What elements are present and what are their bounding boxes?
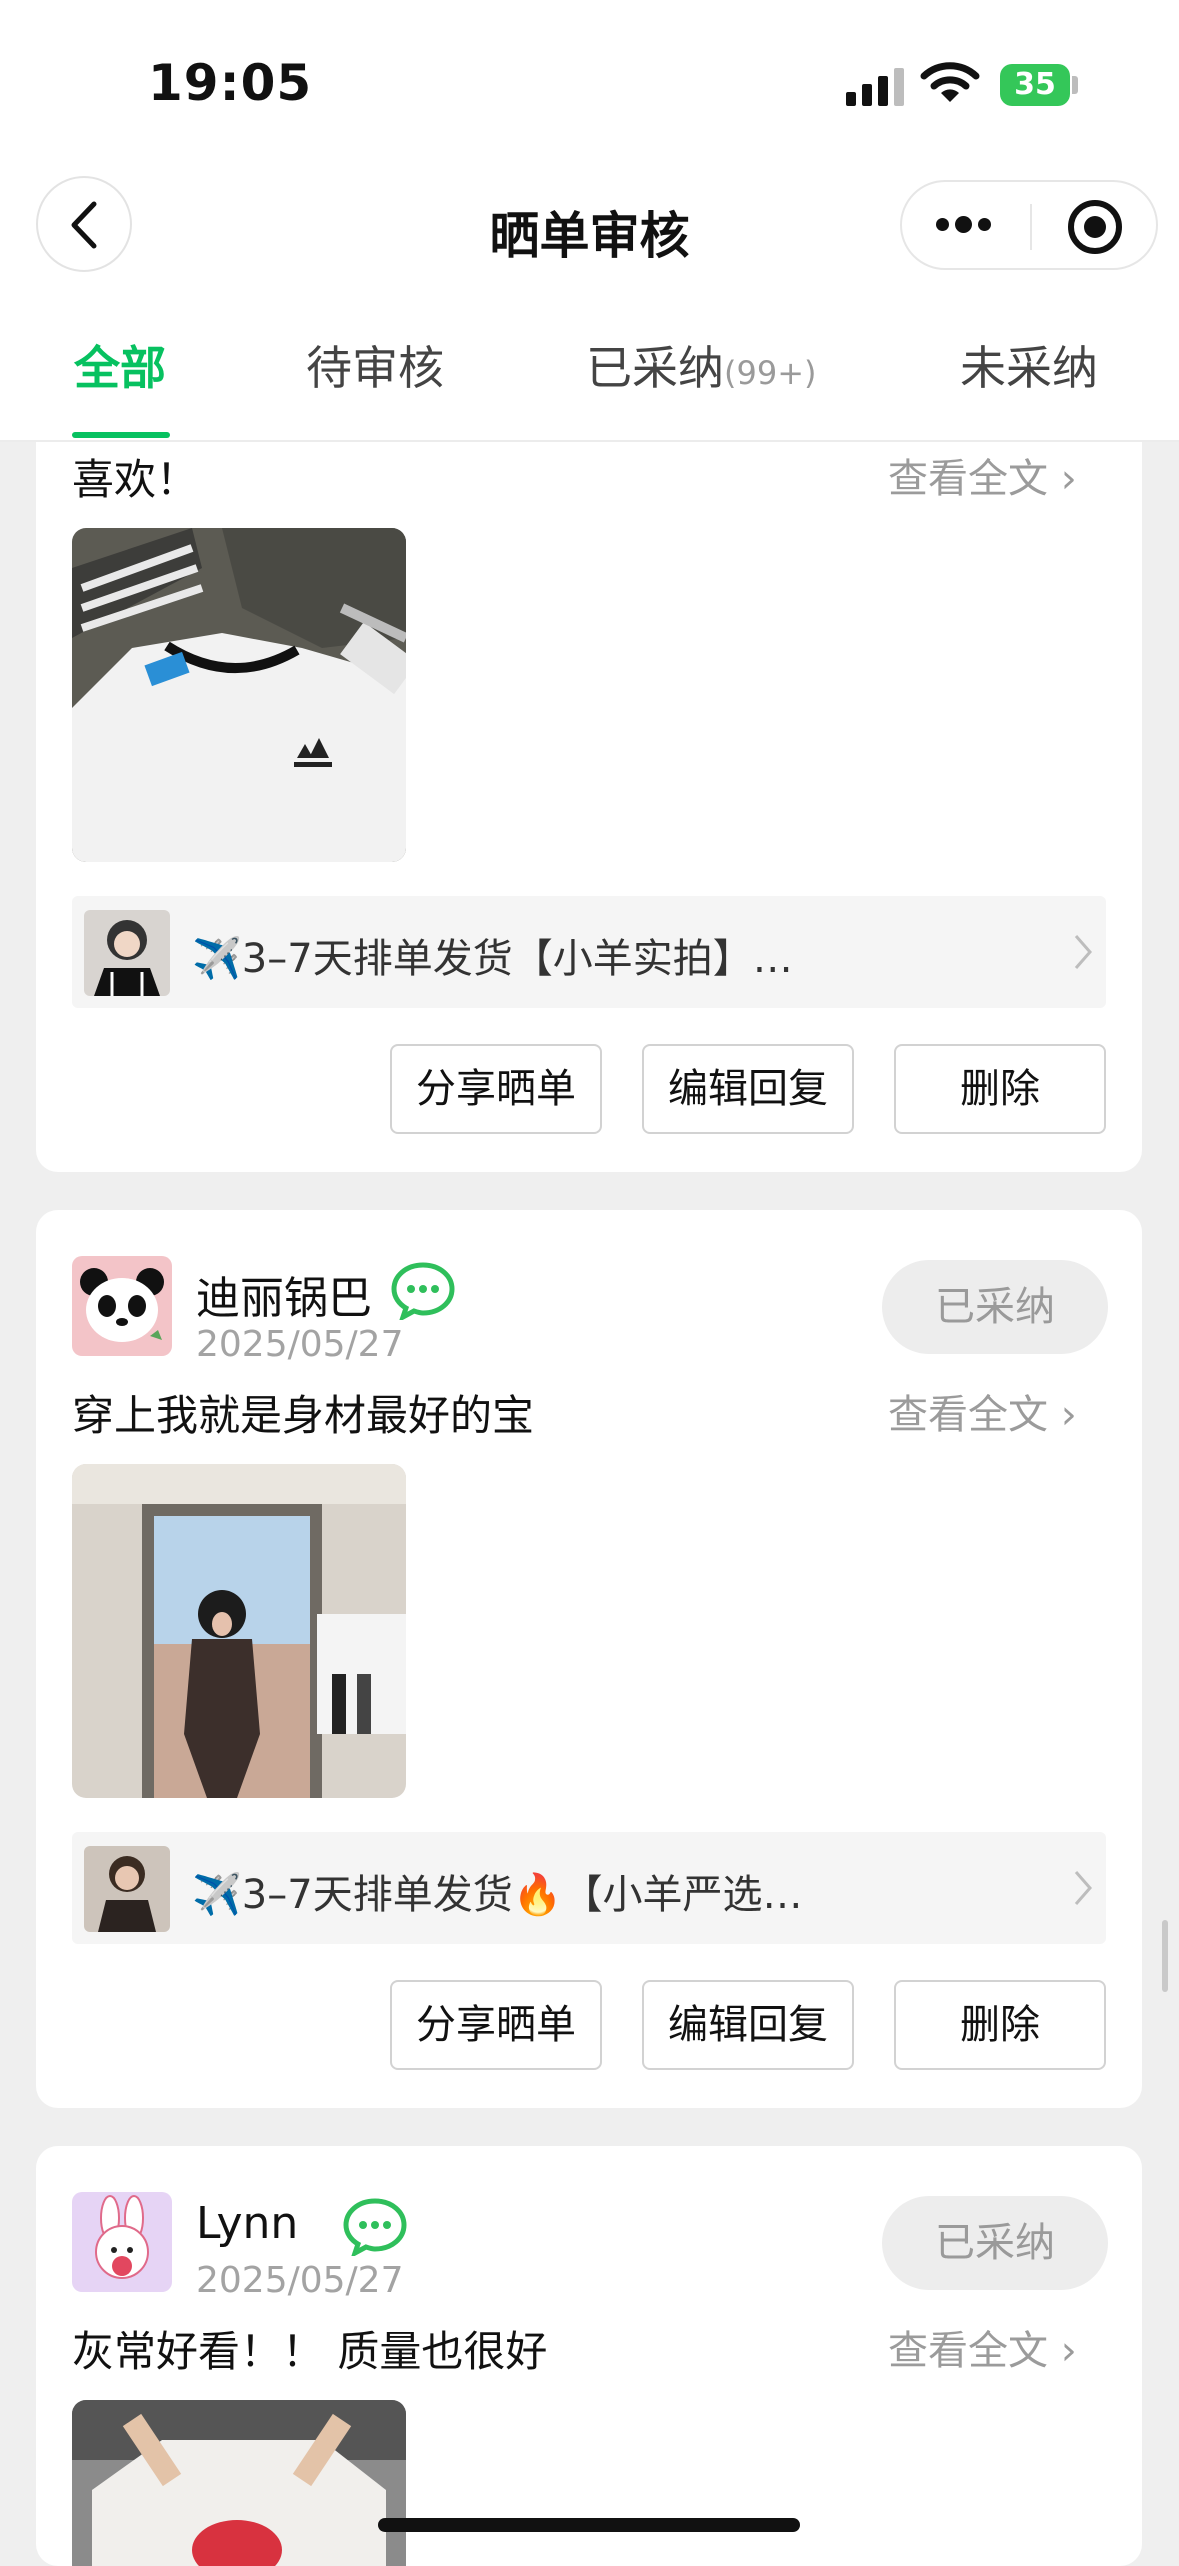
product-link[interactable]: ✈️3–7天排单发货🔥【小羊严选… — [72, 1832, 1106, 1944]
avatar[interactable] — [72, 2192, 172, 2292]
read-more-link[interactable]: 查看全文 › — [888, 2318, 1077, 2376]
bunny-avatar — [72, 2192, 172, 2292]
mirror-selfie-photo — [72, 1464, 406, 1798]
wechat-message-icon[interactable] — [342, 2198, 408, 2256]
tab-pending[interactable]: 待审核 — [306, 332, 444, 398]
tab-adopted-label: 已采纳 — [586, 341, 724, 395]
review-content: 灰常好看！！ 质量也很好 — [72, 2327, 548, 2376]
read-more-label: 查看全文 — [888, 1392, 1048, 1438]
tab-all[interactable]: 全部 — [74, 332, 166, 398]
product-thumbnail — [84, 910, 170, 996]
filter-tabs: 全部 待审核 已采纳(99+) 未采纳 — [0, 296, 1179, 442]
close-target-icon[interactable] — [1068, 200, 1122, 254]
signal-icon — [846, 66, 906, 106]
product-thumbnail — [84, 1846, 170, 1932]
chevron-right-icon — [1074, 935, 1092, 969]
review-date: 2025/05/27 — [196, 2260, 404, 2301]
user-name: 迪丽锅巴 — [196, 1273, 372, 1324]
user-name: Lynn — [196, 2198, 299, 2249]
more-icon[interactable] — [936, 214, 997, 235]
capsule-divider — [1030, 204, 1032, 250]
tab-not-adopted[interactable]: 未采纳 — [960, 332, 1098, 398]
delete-button[interactable]: 删除 — [894, 1044, 1106, 1134]
scroll-indicator — [1162, 1920, 1168, 1992]
battery-cap — [1072, 76, 1078, 94]
chevron-right-icon: › — [1048, 456, 1077, 502]
chevron-right-icon: › — [1048, 2328, 1077, 2374]
status-time: 19:05 — [148, 54, 313, 112]
home-indicator[interactable] — [378, 2518, 800, 2532]
read-more-label: 查看全文 — [888, 456, 1048, 502]
status-badge[interactable]: 已采纳 — [882, 2196, 1108, 2290]
read-more-link[interactable]: 查看全文 › — [888, 446, 1077, 504]
review-photo[interactable] — [72, 528, 406, 862]
product-title: ✈️3–7天排单发货🔥【小羊严选… — [192, 1872, 803, 1918]
share-review-button[interactable]: 分享晒单 — [390, 1044, 602, 1134]
active-tab-indicator — [72, 432, 170, 438]
nav-bar: 晒单审核 — [0, 170, 1179, 296]
tab-adopted[interactable]: 已采纳(99+) — [586, 332, 817, 398]
avatar[interactable] — [72, 1256, 172, 1356]
review-card: Lynn 2025/05/27 已采纳 灰常好看！！ 质量也很好 查看全文 › — [36, 2146, 1142, 2566]
review-content: 喜欢！ — [72, 455, 199, 504]
review-photo[interactable] — [72, 2400, 406, 2566]
miniprogram-capsule — [900, 180, 1158, 270]
tshirt-photo — [72, 528, 406, 862]
edit-reply-button[interactable]: 编辑回复 — [642, 1044, 854, 1134]
edit-reply-button[interactable]: 编辑回复 — [642, 1980, 854, 2070]
share-review-button[interactable]: 分享晒单 — [390, 1980, 602, 2070]
battery-icon: 35 — [1000, 64, 1070, 106]
delete-button[interactable]: 删除 — [894, 1980, 1106, 2070]
tab-adopted-count: (99+) — [724, 354, 817, 392]
read-more-label: 查看全文 — [888, 2328, 1048, 2374]
wifi-icon — [920, 62, 980, 102]
review-content: 穿上我就是身材最好的宝 — [72, 1391, 535, 1440]
shirt-photo — [72, 2400, 406, 2566]
read-more-link[interactable]: 查看全文 › — [888, 1382, 1077, 1440]
review-date: 2025/05/27 — [196, 1324, 404, 1365]
chevron-right-icon — [1074, 1871, 1092, 1905]
review-photo[interactable] — [72, 1464, 406, 1798]
product-link[interactable]: ✈️3–7天排单发货【小羊实拍】… — [72, 896, 1106, 1008]
panda-avatar — [72, 1256, 172, 1356]
status-bar: 19:05 35 — [0, 0, 1179, 170]
product-title: ✈️3–7天排单发货【小羊实拍】… — [192, 936, 793, 982]
status-badge[interactable]: 已采纳 — [882, 1260, 1108, 1354]
chevron-right-icon: › — [1048, 1392, 1077, 1438]
review-card: 迪丽锅巴 2025/05/27 已采纳 穿上我就是身材最好的宝 查看全文 › ✈… — [36, 1210, 1142, 2108]
wechat-message-icon[interactable] — [390, 1262, 456, 1320]
